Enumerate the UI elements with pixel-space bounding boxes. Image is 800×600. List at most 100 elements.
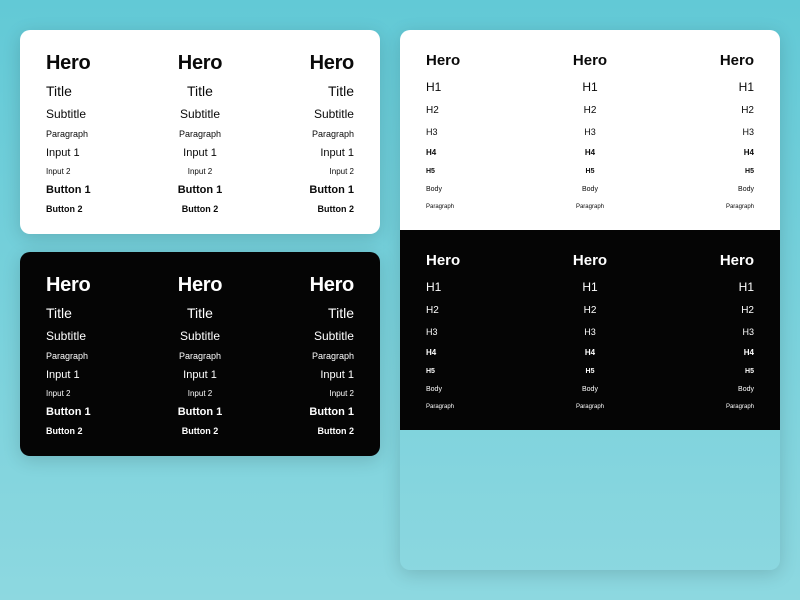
label-paragraph: Paragraph	[179, 351, 221, 361]
column-center-aligned: Hero Title Subtitle Paragraph Input 1 In…	[153, 274, 248, 436]
scale-h3: H3	[584, 327, 596, 337]
components-card-dark: Hero Title Subtitle Paragraph Input 1 In…	[20, 252, 380, 456]
label-button-1: Button 1	[309, 184, 354, 196]
label-input-2: Input 2	[330, 389, 354, 398]
scale-h5: H5	[745, 368, 754, 375]
scale-hero: Hero	[573, 252, 607, 269]
scale-paragraph: Paragraph	[726, 204, 754, 210]
label-input-2: Input 2	[188, 167, 212, 176]
label-button-2: Button 2	[46, 426, 83, 436]
scale-hero: Hero	[426, 52, 460, 69]
label-button-2: Button 2	[182, 426, 219, 436]
label-button-1: Button 1	[46, 406, 91, 418]
label-paragraph: Paragraph	[312, 351, 354, 361]
column-center-aligned: Hero H1 H2 H3 H4 H5 Body Paragraph	[539, 252, 640, 410]
label-title: Title	[46, 83, 72, 99]
column-left-aligned: Hero H1 H2 H3 H4 H5 Body Paragraph	[426, 252, 527, 410]
label-input-2: Input 2	[46, 167, 70, 176]
scale-h3: H3	[426, 327, 438, 337]
scale-h5: H5	[426, 368, 435, 375]
label-input-2: Input 2	[46, 389, 70, 398]
scale-h4: H4	[744, 148, 754, 157]
scale-h2: H2	[741, 105, 754, 116]
scale-paragraph: Paragraph	[426, 404, 454, 410]
scale-h2: H2	[741, 305, 754, 316]
scale-h1: H1	[739, 80, 754, 94]
label-hero: Hero	[310, 52, 354, 75]
scale-h2: H2	[584, 105, 597, 116]
scale-paragraph: Paragraph	[576, 404, 604, 410]
label-input-1: Input 1	[320, 369, 354, 381]
label-hero: Hero	[46, 274, 90, 297]
scale-body: Body	[426, 386, 442, 393]
label-button-2: Button 2	[46, 204, 83, 214]
scale-h5: H5	[586, 368, 595, 375]
scale-hero: Hero	[720, 252, 754, 269]
scale-paragraph: Paragraph	[726, 404, 754, 410]
column-right-aligned: Hero Title Subtitle Paragraph Input 1 In…	[259, 274, 354, 436]
label-hero: Hero	[178, 52, 222, 75]
scale-h4: H4	[426, 348, 436, 357]
label-title: Title	[46, 305, 72, 321]
scale-paragraph: Paragraph	[426, 204, 454, 210]
column-left-aligned: Hero Title Subtitle Paragraph Input 1 In…	[46, 52, 141, 214]
label-paragraph: Paragraph	[179, 129, 221, 139]
right-column: Hero H1 H2 H3 H4 H5 Body Paragraph Hero …	[400, 30, 780, 570]
scale-h5: H5	[745, 168, 754, 175]
column-right-aligned: Hero Title Subtitle Paragraph Input 1 In…	[259, 52, 354, 214]
label-button-1: Button 1	[178, 184, 223, 196]
label-input-2: Input 2	[188, 389, 212, 398]
label-subtitle: Subtitle	[180, 329, 220, 343]
label-subtitle: Subtitle	[46, 107, 86, 121]
label-title: Title	[187, 305, 213, 321]
label-input-1: Input 1	[46, 369, 80, 381]
scale-body: Body	[582, 386, 598, 393]
scale-h1: H1	[739, 280, 754, 294]
label-hero: Hero	[178, 274, 222, 297]
label-title: Title	[187, 83, 213, 99]
scale-paragraph: Paragraph	[576, 204, 604, 210]
scale-h2: H2	[426, 305, 439, 316]
label-input-1: Input 1	[320, 147, 354, 159]
label-hero: Hero	[310, 274, 354, 297]
label-hero: Hero	[46, 52, 90, 75]
column-right-aligned: Hero H1 H2 H3 H4 H5 Body Paragraph	[653, 52, 754, 210]
scale-h3: H3	[426, 127, 438, 137]
label-title: Title	[328, 83, 354, 99]
left-column: Hero Title Subtitle Paragraph Input 1 In…	[20, 30, 380, 570]
column-right-aligned: Hero H1 H2 H3 H4 H5 Body Paragraph	[653, 252, 754, 410]
label-subtitle: Subtitle	[314, 329, 354, 343]
label-button-1: Button 1	[46, 184, 91, 196]
scale-h4: H4	[426, 148, 436, 157]
label-button-2: Button 2	[317, 426, 354, 436]
scale-h4: H4	[585, 148, 595, 157]
label-input-1: Input 1	[183, 147, 217, 159]
scale-hero: Hero	[720, 52, 754, 69]
scale-h2: H2	[426, 105, 439, 116]
scale-hero: Hero	[426, 252, 460, 269]
label-button-1: Button 1	[309, 406, 354, 418]
column-left-aligned: Hero H1 H2 H3 H4 H5 Body Paragraph	[426, 52, 527, 210]
type-scale-panel-dark: Hero H1 H2 H3 H4 H5 Body Paragraph Hero …	[400, 230, 780, 430]
label-title: Title	[328, 305, 354, 321]
scale-h3: H3	[742, 127, 754, 137]
scale-h1: H1	[582, 80, 597, 94]
column-center-aligned: Hero Title Subtitle Paragraph Input 1 In…	[153, 52, 248, 214]
scale-h3: H3	[742, 327, 754, 337]
scale-h4: H4	[744, 348, 754, 357]
scale-body: Body	[738, 186, 754, 193]
label-input-1: Input 1	[183, 369, 217, 381]
label-button-2: Button 2	[182, 204, 219, 214]
scale-h3: H3	[584, 127, 596, 137]
components-card-light: Hero Title Subtitle Paragraph Input 1 In…	[20, 30, 380, 234]
column-center-aligned: Hero H1 H2 H3 H4 H5 Body Paragraph	[539, 52, 640, 210]
label-subtitle: Subtitle	[180, 107, 220, 121]
label-paragraph: Paragraph	[46, 129, 88, 139]
label-button-1: Button 1	[178, 406, 223, 418]
label-subtitle: Subtitle	[314, 107, 354, 121]
label-button-2: Button 2	[317, 204, 354, 214]
column-left-aligned: Hero Title Subtitle Paragraph Input 1 In…	[46, 274, 141, 436]
scale-body: Body	[582, 186, 598, 193]
scale-h2: H2	[584, 305, 597, 316]
scale-body: Body	[426, 186, 442, 193]
